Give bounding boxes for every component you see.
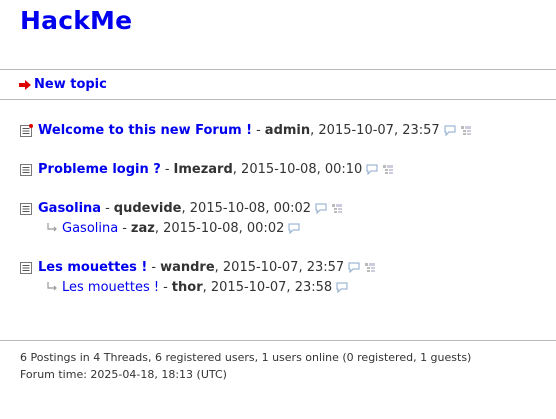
reply-arrow-icon — [47, 282, 57, 291]
separator-dash: - — [163, 279, 168, 295]
new-topic-label[interactable]: New topic — [34, 77, 107, 92]
reply-row: Les mouettes ! - thor , 2015-10-07, 23:5… — [46, 278, 348, 296]
reply-author: thor — [171, 279, 203, 295]
thread-row: Les mouettes ! - wandre , 2015-10-07, 23… — [20, 258, 376, 276]
thread-row: Gasolina - qudevide , 2015-10-08, 00:02 — [20, 199, 343, 217]
separator-dash: - — [256, 122, 261, 138]
thread-author: Imezard — [173, 161, 233, 177]
thread-icon — [20, 163, 32, 176]
reply-time: 2015-10-07, 23:58 — [210, 279, 333, 295]
reply-bubble-icon[interactable] — [444, 125, 456, 136]
separator-dash: - — [151, 259, 157, 275]
reply-bubble-icon[interactable] — [348, 262, 360, 273]
thread-title-link[interactable]: Welcome to this new Forum ! — [38, 123, 252, 138]
reply-time-comma: , — [202, 279, 211, 295]
thread-author: wandre — [160, 259, 215, 275]
thread-title-link[interactable]: Les mouettes ! — [38, 260, 147, 275]
reply-time-comma: , — [154, 220, 164, 236]
thread-row: Probleme login ? - Imezard , 2015-10-08,… — [20, 160, 394, 178]
thread-view-icon[interactable] — [364, 262, 376, 273]
separator-dash: - — [105, 200, 110, 216]
thread-title-link[interactable]: Gasolina — [38, 201, 101, 216]
thread-view-icon[interactable] — [382, 164, 394, 175]
menubar: New topic — [0, 70, 556, 99]
thread-author: admin — [264, 122, 311, 138]
thread-new-icon — [20, 123, 33, 137]
thread-time: 2015-10-07, 23:57 — [318, 122, 440, 138]
footer-separator — [0, 340, 556, 341]
reply-time: 2015-10-08, 00:02 — [163, 220, 285, 236]
thread-title-link[interactable]: Probleme login ? — [38, 162, 161, 177]
thread-time: 2015-10-07, 23:57 — [222, 259, 345, 275]
reply-title-link[interactable]: Les mouettes ! — [62, 280, 159, 295]
reply-arrow-icon — [47, 223, 57, 232]
menu-separator — [0, 99, 556, 100]
thread-icon — [20, 261, 32, 274]
thread-row: Welcome to this new Forum ! - admin , 20… — [20, 121, 472, 139]
separator-dash: - — [122, 220, 127, 236]
thread-time: 2015-10-08, 00:10 — [241, 161, 363, 177]
thread-time-comma: , — [214, 259, 223, 275]
new-topic-link[interactable]: New topic — [19, 77, 107, 92]
forum-time: Forum time: 2025-04-18, 18:13 (UTC) — [20, 368, 227, 381]
thread-time-comma: , — [310, 122, 319, 138]
footer: 6 Postings in 4 Threads, 6 registered us… — [20, 349, 471, 383]
thread-view-icon[interactable] — [331, 203, 343, 214]
reply-row: Gasolina - zaz , 2015-10-08, 00:02 — [46, 219, 300, 237]
thread-time: 2015-10-08, 00:02 — [189, 200, 312, 216]
reply-bubble-icon[interactable] — [288, 223, 300, 234]
reply-title-link[interactable]: Gasolina — [62, 221, 118, 236]
thread-author: qudevide — [113, 200, 182, 216]
thread-time-comma: , — [232, 161, 242, 177]
thread-view-icon[interactable] — [460, 125, 472, 136]
thread-icon — [20, 202, 32, 215]
site-title[interactable]: HackMe — [20, 6, 132, 35]
reply-author: zaz — [130, 220, 155, 236]
header: HackMe — [0, 0, 556, 69]
arrow-right-icon — [19, 79, 31, 90]
reply-bubble-icon[interactable] — [366, 164, 378, 175]
reply-bubble-icon[interactable] — [315, 203, 327, 214]
separator-dash: - — [164, 161, 170, 177]
thread-time-comma: , — [181, 200, 190, 216]
forum-stats: 6 Postings in 4 Threads, 6 registered us… — [20, 351, 472, 364]
reply-bubble-icon[interactable] — [336, 282, 348, 293]
